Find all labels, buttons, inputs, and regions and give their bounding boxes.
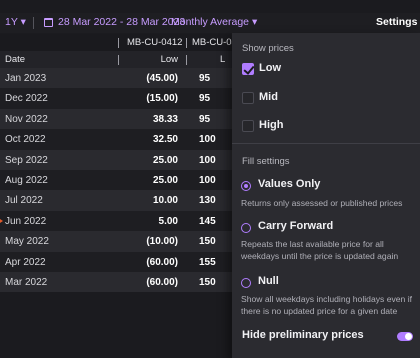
- column-header-row: Date Low L: [0, 51, 232, 68]
- section-divider: [232, 143, 420, 144]
- toolbar: 1Y ▾ 28 Mar 2022 - 28 Mar 2023 Monthly A…: [0, 13, 420, 33]
- settings-button[interactable]: Settings: [376, 16, 417, 28]
- high-checkbox[interactable]: [242, 120, 254, 132]
- row-date: Jul 2022: [5, 195, 43, 207]
- row-date: Mar 2022: [5, 276, 48, 288]
- toolbar-divider: [33, 17, 34, 29]
- settings-panel: Show prices Low Mid High Fill settings V…: [232, 33, 420, 358]
- mid-checkbox[interactable]: [242, 92, 254, 104]
- table-row[interactable]: Oct 2022 32.50 100: [0, 129, 232, 150]
- fill-settings-title: Fill settings: [242, 156, 290, 167]
- row-low-value-2: 95: [199, 93, 211, 105]
- high-checkbox-label[interactable]: High: [259, 119, 283, 131]
- column-header-low[interactable]: Low: [161, 54, 178, 65]
- row-low-value-2: 150: [199, 236, 216, 248]
- table-row[interactable]: Jul 2022 10.00 130: [0, 190, 232, 211]
- row-low-value-2: 150: [199, 276, 216, 288]
- row-date: Jun 2022: [5, 215, 47, 227]
- column-header-low-2[interactable]: L: [220, 54, 225, 65]
- row-low-value: (60.00): [146, 276, 178, 288]
- null-radio[interactable]: [241, 278, 251, 288]
- row-low-value-2: 100: [199, 134, 216, 146]
- values-only-label[interactable]: Values Only: [258, 178, 320, 190]
- row-marker-icon: [0, 216, 3, 225]
- values-only-description: Returns only assessed or published price…: [241, 198, 403, 208]
- column-divider: [186, 38, 187, 48]
- table-body: Jan 2023 (45.00) 95 Dec 2022 (15.00) 95 Nov 20…: [0, 68, 232, 293]
- instrument-code: MB-CU-04: [192, 37, 237, 48]
- row-low-value-2: 95: [199, 73, 211, 84]
- null-description: Show all weekdays including holidays eve…: [241, 294, 413, 316]
- row-low-value-2: 130: [199, 195, 216, 207]
- null-label[interactable]: Null: [258, 275, 279, 287]
- row-low-value: 25.00: [152, 154, 178, 166]
- column-header-date[interactable]: Date: [5, 54, 25, 65]
- calendar-icon[interactable]: [44, 18, 53, 27]
- row-low-value: 5.00: [158, 215, 178, 227]
- date-range-picker[interactable]: 28 Mar 2022 - 28 Mar 2023: [58, 16, 185, 28]
- values-only-radio[interactable]: [241, 181, 251, 191]
- mid-checkbox-label[interactable]: Mid: [259, 91, 278, 103]
- carry-forward-label[interactable]: Carry Forward: [258, 220, 333, 232]
- row-low-value: (15.00): [146, 93, 178, 105]
- row-low-value: 10.00: [152, 195, 178, 207]
- price-table: MB-CU-0412 MB-CU-04 Date Low L Jan 2023 (…: [0, 33, 237, 358]
- row-low-value-2: 95: [199, 113, 211, 125]
- row-low-value: (45.00): [146, 73, 178, 84]
- row-date: May 2022: [5, 236, 49, 248]
- row-date: Jan 2023: [5, 73, 47, 84]
- row-low-value: 32.50: [152, 134, 178, 146]
- table-row[interactable]: Nov 2022 38.33 95: [0, 108, 232, 130]
- instrument-header-row: MB-CU-0412 MB-CU-04: [0, 34, 237, 51]
- row-low-value-2: 100: [199, 154, 216, 166]
- table-row[interactable]: Jun 2022 5.00 145: [0, 210, 232, 232]
- row-date: Oct 2022: [5, 134, 46, 146]
- row-date: Apr 2022: [5, 256, 46, 268]
- column-divider: [186, 55, 187, 65]
- instrument-code: MB-CU-0412: [127, 37, 183, 48]
- table-row[interactable]: Dec 2022 (15.00) 95: [0, 88, 232, 109]
- row-low-value: (60.00): [146, 256, 178, 268]
- average-dropdown[interactable]: Monthly Average ▾: [171, 16, 257, 28]
- row-low-value-2: 145: [199, 215, 216, 227]
- row-low-value: 25.00: [152, 174, 178, 186]
- column-divider: [118, 38, 119, 48]
- row-low-value: (10.00): [146, 236, 178, 248]
- low-checkbox[interactable]: [242, 63, 254, 75]
- row-low-value-2: 155: [199, 256, 216, 268]
- row-date: Dec 2022: [5, 93, 48, 105]
- show-prices-title: Show prices: [242, 43, 294, 54]
- row-date: Sep 2022: [5, 154, 48, 166]
- hide-preliminary-toggle[interactable]: [397, 332, 413, 341]
- low-checkbox-label[interactable]: Low: [259, 62, 281, 74]
- hide-preliminary-label: Hide preliminary prices: [242, 329, 364, 341]
- table-row[interactable]: Apr 2022 (60.00) 155: [0, 251, 232, 272]
- row-low-value-2: 100: [199, 174, 216, 186]
- row-date: Aug 2022: [5, 174, 48, 186]
- table-row[interactable]: May 2022 (10.00) 150: [0, 231, 232, 252]
- table-row[interactable]: Jan 2023 (45.00) 95: [0, 68, 232, 89]
- column-divider: [118, 55, 119, 65]
- table-row[interactable]: Sep 2022 25.00 100: [0, 149, 232, 170]
- range-dropdown[interactable]: 1Y ▾: [5, 16, 26, 28]
- carry-forward-radio[interactable]: [241, 223, 251, 233]
- carry-forward-description: Repeats the last available price for all…: [241, 239, 399, 261]
- row-date: Nov 2022: [5, 113, 48, 125]
- table-row[interactable]: Aug 2022 25.00 100: [0, 169, 232, 191]
- row-low-value: 38.33: [152, 113, 178, 125]
- table-row[interactable]: Mar 2022 (60.00) 150: [0, 271, 232, 293]
